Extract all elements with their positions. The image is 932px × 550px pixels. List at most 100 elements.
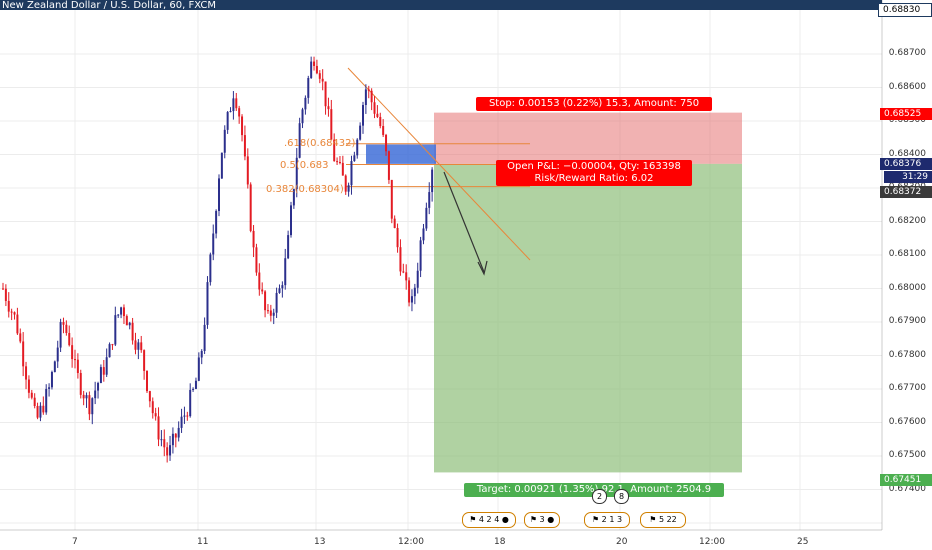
flag-icon: ● bbox=[547, 515, 555, 524]
flag-icon: ⚑ bbox=[469, 515, 477, 524]
candle-body bbox=[341, 162, 344, 176]
candle-body bbox=[151, 401, 154, 414]
candle-body bbox=[350, 161, 353, 186]
event-badge-1[interactable]: 2 bbox=[592, 489, 607, 504]
candle-body bbox=[171, 433, 174, 446]
candle-body bbox=[243, 135, 246, 157]
candle-body bbox=[347, 185, 350, 192]
candle-body bbox=[79, 373, 82, 395]
candle-body bbox=[10, 311, 13, 313]
fib-label-618: .618(0.68432) bbox=[284, 138, 356, 149]
candle-body bbox=[148, 391, 151, 402]
candle-body bbox=[76, 359, 79, 374]
candle-body bbox=[396, 227, 399, 248]
candle-body bbox=[62, 322, 65, 325]
candle-body bbox=[16, 314, 19, 334]
candle-body bbox=[4, 288, 7, 301]
candle-body bbox=[160, 439, 163, 441]
event-marker-1[interactable]: ⚑ 4 2 4 ● bbox=[462, 512, 516, 528]
stop-label[interactable]: Stop: 0.00153 (0.22%) 15.3, Amount: 750 bbox=[476, 97, 712, 111]
candle-body bbox=[393, 218, 396, 228]
candle-body bbox=[246, 156, 249, 185]
event-marker-4[interactable]: ⚑ 5 22 bbox=[640, 512, 686, 528]
candle-body bbox=[137, 342, 140, 350]
candle-body bbox=[330, 109, 333, 140]
candle-body bbox=[131, 322, 134, 341]
fib-label-382: 0.382(0.68304) bbox=[266, 184, 344, 195]
price-tick-label: 0.67500 bbox=[888, 450, 926, 460]
candle-body bbox=[405, 272, 408, 281]
candle-body bbox=[229, 111, 232, 113]
candle-body bbox=[48, 387, 51, 389]
candle-body bbox=[410, 296, 413, 303]
countdown-label: 31:29 bbox=[884, 171, 932, 183]
candle-body bbox=[275, 292, 278, 313]
time-tick-3: 13 bbox=[314, 537, 326, 547]
take-profit-zone[interactable] bbox=[434, 163, 742, 473]
candle-body bbox=[189, 389, 192, 417]
flag-icon: ● bbox=[501, 515, 509, 524]
candle-body bbox=[183, 415, 186, 417]
candle-body bbox=[249, 184, 252, 231]
candle-body bbox=[157, 416, 160, 440]
event-badge-2[interactable]: 8 bbox=[614, 489, 629, 504]
candle-body bbox=[25, 366, 28, 380]
candle-body bbox=[19, 333, 22, 342]
candle-body bbox=[120, 307, 123, 315]
stop-loss-zone[interactable] bbox=[434, 112, 742, 164]
candle-body bbox=[117, 314, 120, 316]
candle-body bbox=[200, 350, 203, 358]
candle-body bbox=[272, 312, 275, 316]
candle-body bbox=[108, 344, 111, 358]
target-price-label: 0.67451 bbox=[880, 474, 932, 486]
price-tick-label: 0.67600 bbox=[888, 416, 926, 427]
time-tick-1: 7 bbox=[72, 537, 78, 547]
candle-body bbox=[91, 398, 94, 415]
chart-canvas[interactable] bbox=[0, 0, 932, 550]
time-tick-7: 12:00 bbox=[699, 537, 725, 547]
candle-body bbox=[356, 139, 359, 156]
candle-body bbox=[180, 416, 183, 428]
flag-icon: ⚑ bbox=[649, 515, 657, 524]
candle-body bbox=[318, 73, 321, 79]
candle-body bbox=[74, 359, 76, 361]
pnl-label[interactable]: Open P&L: −0.00004, Qty: 163398 Risk/Rew… bbox=[496, 160, 692, 186]
candle-body bbox=[94, 390, 97, 399]
event-marker-3[interactable]: ⚑ 2 1 3 bbox=[584, 512, 630, 528]
candle-body bbox=[125, 316, 128, 326]
candle-body bbox=[59, 322, 62, 348]
candle-body bbox=[269, 310, 272, 316]
candle-body bbox=[226, 112, 229, 130]
candle-body bbox=[218, 178, 220, 211]
candle-body bbox=[209, 254, 212, 283]
price-tick-label: 0.68200 bbox=[888, 215, 926, 226]
candle-body bbox=[197, 357, 200, 381]
candle-body bbox=[232, 98, 235, 112]
candle-body bbox=[134, 340, 137, 350]
candle-body bbox=[192, 388, 195, 390]
candle-body bbox=[56, 347, 59, 362]
candle-body bbox=[105, 357, 108, 375]
candle-body bbox=[431, 169, 434, 193]
fib-label-500: 0.5(0.683 bbox=[280, 160, 329, 171]
candle-body bbox=[154, 413, 157, 417]
time-tick-4: 12:00 bbox=[398, 537, 424, 547]
candle-body bbox=[238, 108, 241, 117]
candle-body bbox=[367, 89, 370, 91]
candle-body bbox=[428, 192, 431, 208]
candle-body bbox=[22, 341, 25, 367]
event-marker-2[interactable]: ⚑ 3 ● bbox=[524, 512, 560, 528]
candle-body bbox=[212, 233, 215, 255]
price-tick-label: 0.67700 bbox=[888, 383, 926, 393]
candle-body bbox=[416, 270, 419, 288]
entry-highlight-box[interactable] bbox=[366, 144, 436, 164]
candle-body bbox=[255, 247, 258, 273]
candle-body bbox=[264, 291, 267, 311]
top-price-label: 0.68830 bbox=[878, 3, 932, 17]
candle-body bbox=[2, 288, 4, 290]
candle-body bbox=[122, 307, 125, 317]
candle-body bbox=[206, 282, 209, 325]
candle-body bbox=[223, 129, 226, 153]
candle-body bbox=[88, 395, 91, 415]
candle-body bbox=[128, 322, 131, 326]
